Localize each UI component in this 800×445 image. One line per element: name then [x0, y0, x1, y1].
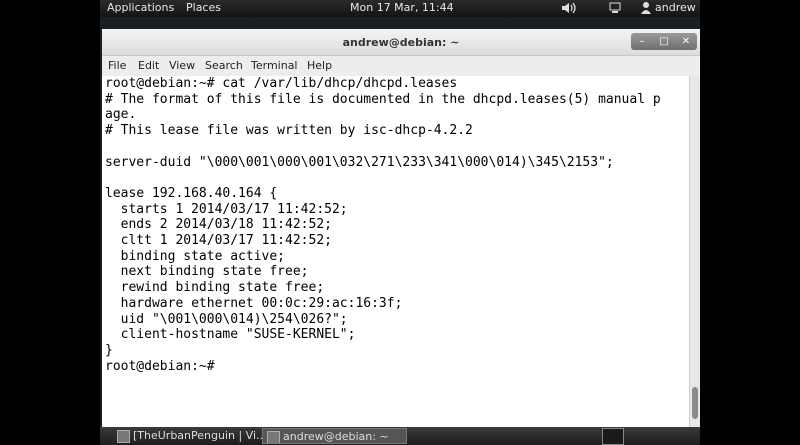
- minimize-button[interactable]: –: [631, 33, 653, 50]
- window-title: andrew@debian: ~: [342, 36, 460, 49]
- scrollbar-thumb[interactable]: [692, 387, 698, 419]
- workspace-switcher[interactable]: [602, 428, 624, 445]
- terminal-scrollbar[interactable]: [689, 76, 700, 427]
- terminal-line: ends 2 2014/03/18 11:42:52;: [105, 217, 332, 233]
- terminal-text: root@debian:~# cat /var/lib/dhcp/dhcpd.l…: [102, 76, 690, 374]
- terminal-line: rewind binding state free;: [105, 280, 325, 296]
- window-controls: – □ ✕: [631, 33, 697, 50]
- terminal-line: age.: [105, 107, 137, 123]
- bottom-taskbar: [TheUrbanPenguin | Vi... andrew@debian: …: [100, 427, 700, 445]
- terminal-line: binding state active;: [105, 248, 286, 264]
- window-titlebar[interactable]: andrew@debian: ~ – □ ✕: [102, 29, 700, 56]
- terminal-line: # This lease file was written by isc-dhc…: [105, 123, 473, 139]
- terminal-menubar: File Edit View Search Terminal Help: [102, 56, 700, 76]
- taskbar-item-browser[interactable]: [TheUrbanPenguin | Vi...: [113, 428, 263, 444]
- terminal-line: root@debian:~# cat /var/lib/dhcp/dhcpd.l…: [105, 76, 458, 91]
- terminal-line: # The format of this file is documented …: [105, 91, 661, 107]
- terminal-line: hardware ethernet 00:0c:29:ac:16:3f;: [105, 295, 403, 311]
- network-icon[interactable]: [608, 1, 624, 18]
- maximize-button[interactable]: □: [653, 33, 675, 50]
- menu-search[interactable]: Search: [205, 59, 243, 72]
- menu-file[interactable]: File: [108, 59, 126, 72]
- terminal-line: root@debian:~#: [105, 358, 215, 374]
- terminal-line: next binding state free;: [105, 264, 309, 280]
- browser-icon: [117, 430, 130, 443]
- volume-icon[interactable]: [560, 1, 576, 18]
- top-panel: Applications Places Mon 17 Mar, 11:44 an…: [100, 0, 700, 17]
- terminal-line: }: [105, 342, 113, 358]
- menu-edit[interactable]: Edit: [138, 59, 159, 72]
- taskbar-item-label: andrew@debian: ~: [283, 430, 389, 443]
- menu-terminal[interactable]: Terminal: [251, 59, 298, 72]
- terminal-line: uid "\001\000\014)\254\026?";: [105, 311, 348, 327]
- terminal-line: server-duid "\000\001\000\001\032\271\23…: [105, 154, 614, 170]
- terminal-icon: [267, 431, 280, 443]
- terminal-line: lease 192.168.40.164 {: [105, 185, 278, 201]
- close-button[interactable]: ✕: [675, 33, 697, 50]
- terminal-line: client-hostname "SUSE-KERNEL";: [105, 327, 356, 343]
- applications-menu[interactable]: Applications: [107, 1, 174, 14]
- terminal-output[interactable]: root@debian:~# cat /var/lib/dhcp/dhcpd.l…: [102, 76, 690, 427]
- terminal-line: starts 1 2014/03/17 11:42:52;: [105, 201, 348, 217]
- menu-view[interactable]: View: [169, 59, 195, 72]
- menu-help[interactable]: Help: [307, 59, 332, 72]
- terminal-line: cltt 1 2014/03/17 11:42:52;: [105, 233, 332, 249]
- desktop: Applications Places Mon 17 Mar, 11:44 an…: [100, 0, 700, 445]
- terminal-window: andrew@debian: ~ – □ ✕ File Edit View Se…: [102, 29, 700, 427]
- user-icon: [640, 1, 652, 18]
- taskbar-item-label: [TheUrbanPenguin | Vi...: [133, 429, 263, 442]
- user-menu[interactable]: andrew: [655, 1, 696, 14]
- places-menu[interactable]: Places: [186, 1, 221, 14]
- clock[interactable]: Mon 17 Mar, 11:44: [350, 1, 454, 14]
- taskbar-item-terminal[interactable]: andrew@debian: ~: [262, 428, 407, 444]
